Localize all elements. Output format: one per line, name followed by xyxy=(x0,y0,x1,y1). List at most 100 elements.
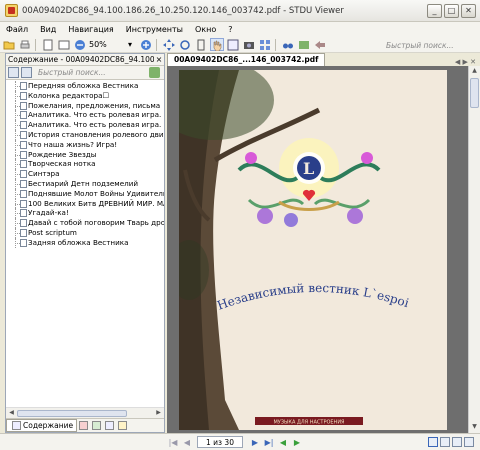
minimize-button[interactable]: _ xyxy=(427,3,442,18)
snapshot-icon[interactable] xyxy=(242,38,256,51)
continuous-view-icon[interactable] xyxy=(440,437,450,447)
maximize-button[interactable]: □ xyxy=(444,3,459,18)
tree-item[interactable]: Бестиарий Детн подземелий xyxy=(6,178,164,189)
open-folder-icon[interactable] xyxy=(2,38,16,51)
menu-window[interactable]: Окно xyxy=(189,25,222,34)
document-icon xyxy=(20,150,27,159)
next-page-icon[interactable]: ▶ xyxy=(249,436,261,448)
contents-tab-icon xyxy=(12,421,21,430)
tree-item-label: Поднявшие Молот Войны Удивитель xyxy=(28,188,164,198)
tree-item-label: Колонка редактора☐ xyxy=(28,90,109,100)
vertical-scrollbar-thumb[interactable] xyxy=(470,78,479,108)
menu-view[interactable]: Вид xyxy=(34,25,62,34)
prev-page-icon[interactable]: ◀ xyxy=(181,436,193,448)
tree-item-label: 100 Великих Битв ДРЕВНИЙ МИР. МА xyxy=(28,198,164,208)
search-tab-icon[interactable] xyxy=(105,421,115,430)
history-back-icon[interactable]: ◀ xyxy=(277,436,289,448)
tree-item-label: Пожелания, предложения, письма xyxy=(28,100,161,110)
document-icon xyxy=(20,189,27,198)
continuous-facing-view-icon[interactable] xyxy=(464,437,474,447)
tree-item[interactable]: Что наша жизнь? Игра! xyxy=(6,139,164,150)
tree-item-label: Бестиарий Детн подземелий xyxy=(28,178,139,188)
tree-item-label: Передняя обложка Вестника xyxy=(28,81,139,90)
rotate-icon[interactable] xyxy=(178,38,192,51)
close-button[interactable]: ✕ xyxy=(461,3,476,18)
tree-item[interactable]: Угадай-ка! xyxy=(6,208,164,218)
horizontal-scrollbar[interactable]: ◀ ▶ xyxy=(6,407,164,418)
first-page-icon[interactable]: |◀ xyxy=(167,436,179,448)
scroll-right-icon[interactable]: ▶ xyxy=(154,409,163,418)
tree-item[interactable]: Передняя обложка Вестника xyxy=(6,81,164,91)
app-icon xyxy=(5,4,18,17)
annotations-tab-icon[interactable] xyxy=(118,421,128,430)
fit-page-icon[interactable] xyxy=(41,38,55,51)
zoom-in-icon[interactable] xyxy=(139,38,153,51)
tree-item[interactable]: Аналитика. Что есть ролевая игра. xyxy=(6,110,164,120)
tree-item[interactable]: 100 Великих Битв ДРЕВНИЙ МИР. МА xyxy=(6,198,164,209)
collapse-icon[interactable] xyxy=(21,67,32,78)
document-icon xyxy=(20,160,27,169)
tree-item-label: Post scriptum xyxy=(28,227,77,237)
page-viewer[interactable]: L Независимый вестник L`espoir МУЗЫКА ДЛ… xyxy=(167,66,468,433)
vertical-scrollbar[interactable]: ▲ ▼ xyxy=(468,66,480,433)
tree-item[interactable]: Аналитика. Что есть ролевая игра. xyxy=(6,120,164,130)
scroll-up-icon[interactable]: ▲ xyxy=(470,67,479,76)
scrollbar-thumb[interactable] xyxy=(17,410,127,417)
bookmarks-tab-icon[interactable] xyxy=(79,421,89,430)
tree-item[interactable]: Творческая нотка xyxy=(6,159,164,169)
tab-contents-label: Содержание xyxy=(23,421,74,430)
contents-panel: Содержание - 00A09402DC86_94.100.186.26 … xyxy=(5,53,165,433)
tab-navigation[interactable]: ◀ ▶ ✕ xyxy=(455,58,480,66)
expand-icon[interactable] xyxy=(8,67,19,78)
menu-navigation[interactable]: Навигация xyxy=(62,25,119,34)
menu-bar: Файл Вид Навигация Инструменты Окно ? xyxy=(0,22,480,37)
single-page-view-icon[interactable] xyxy=(428,437,438,447)
tree-item[interactable]: Давай с тобой поговорим Тварь дро xyxy=(6,218,164,228)
tree-item[interactable]: Поднявшие Молот Войны Удивитель xyxy=(6,188,164,199)
scroll-down-icon[interactable]: ▼ xyxy=(470,423,479,432)
move-icon[interactable] xyxy=(162,38,176,51)
back-arrow-icon[interactable] xyxy=(313,38,327,51)
zoom-dropdown-icon[interactable]: ▾ xyxy=(123,38,137,51)
thumbnails-icon[interactable] xyxy=(258,38,272,51)
tree-item[interactable]: Пожелания, предложения, письма xyxy=(6,100,164,111)
tree-item[interactable]: Рождение Звезды xyxy=(6,149,164,160)
close-icon[interactable]: × xyxy=(154,55,164,64)
menu-file[interactable]: Файл xyxy=(0,25,34,34)
tree-item-label: Творческая нотка xyxy=(28,159,96,169)
last-page-icon[interactable]: ▶| xyxy=(263,436,275,448)
binoculars-icon[interactable] xyxy=(149,67,160,78)
contents-search-input[interactable]: Быстрый поиск... xyxy=(32,68,149,77)
tree-item[interactable]: Post scriptum xyxy=(6,227,164,238)
tab-contents[interactable]: Содержание xyxy=(6,419,78,432)
menu-tools[interactable]: Инструменты xyxy=(120,25,189,34)
find-icon[interactable] xyxy=(281,38,295,51)
document-icon xyxy=(20,101,27,110)
fit-width-icon[interactable] xyxy=(57,38,71,51)
zoom-level[interactable]: 50% xyxy=(87,40,121,49)
facing-view-icon[interactable] xyxy=(452,437,462,447)
hand-tool-icon[interactable] xyxy=(210,38,224,51)
document-icon xyxy=(20,199,27,208)
toolbar-search-input[interactable]: Быстрый поиск... xyxy=(386,39,476,51)
toolbar: 50% ▾ Быстрый поиск... xyxy=(0,37,480,53)
menu-help[interactable]: ? xyxy=(222,25,238,34)
toolbar-separator xyxy=(156,38,157,51)
tree-item[interactable]: Синтэра xyxy=(6,169,164,179)
page-indicator[interactable]: 1 из 30 xyxy=(197,436,243,448)
bookmark-icon[interactable] xyxy=(297,38,311,51)
tree-item[interactable]: История становления ролевого движ xyxy=(6,129,164,140)
text-select-icon[interactable] xyxy=(226,38,240,51)
toolbar-separator xyxy=(35,38,36,51)
select-icon[interactable] xyxy=(194,38,208,51)
history-forward-icon[interactable]: ▶ xyxy=(291,436,303,448)
document-icon xyxy=(20,179,27,188)
tree-item[interactable]: Колонка редактора☐ xyxy=(6,90,164,101)
print-icon[interactable] xyxy=(18,38,32,51)
document-tab[interactable]: 00A09402DC86_...146_003742.pdf xyxy=(167,53,326,66)
zoom-out-icon[interactable] xyxy=(73,38,87,51)
scroll-left-icon[interactable]: ◀ xyxy=(7,409,16,418)
thumbnails-tab-icon[interactable] xyxy=(92,421,102,430)
tree-item-label: Давай с тобой поговорим Тварь дро xyxy=(28,218,164,228)
tree-item[interactable]: Задняя обложка Вестника xyxy=(6,237,164,248)
